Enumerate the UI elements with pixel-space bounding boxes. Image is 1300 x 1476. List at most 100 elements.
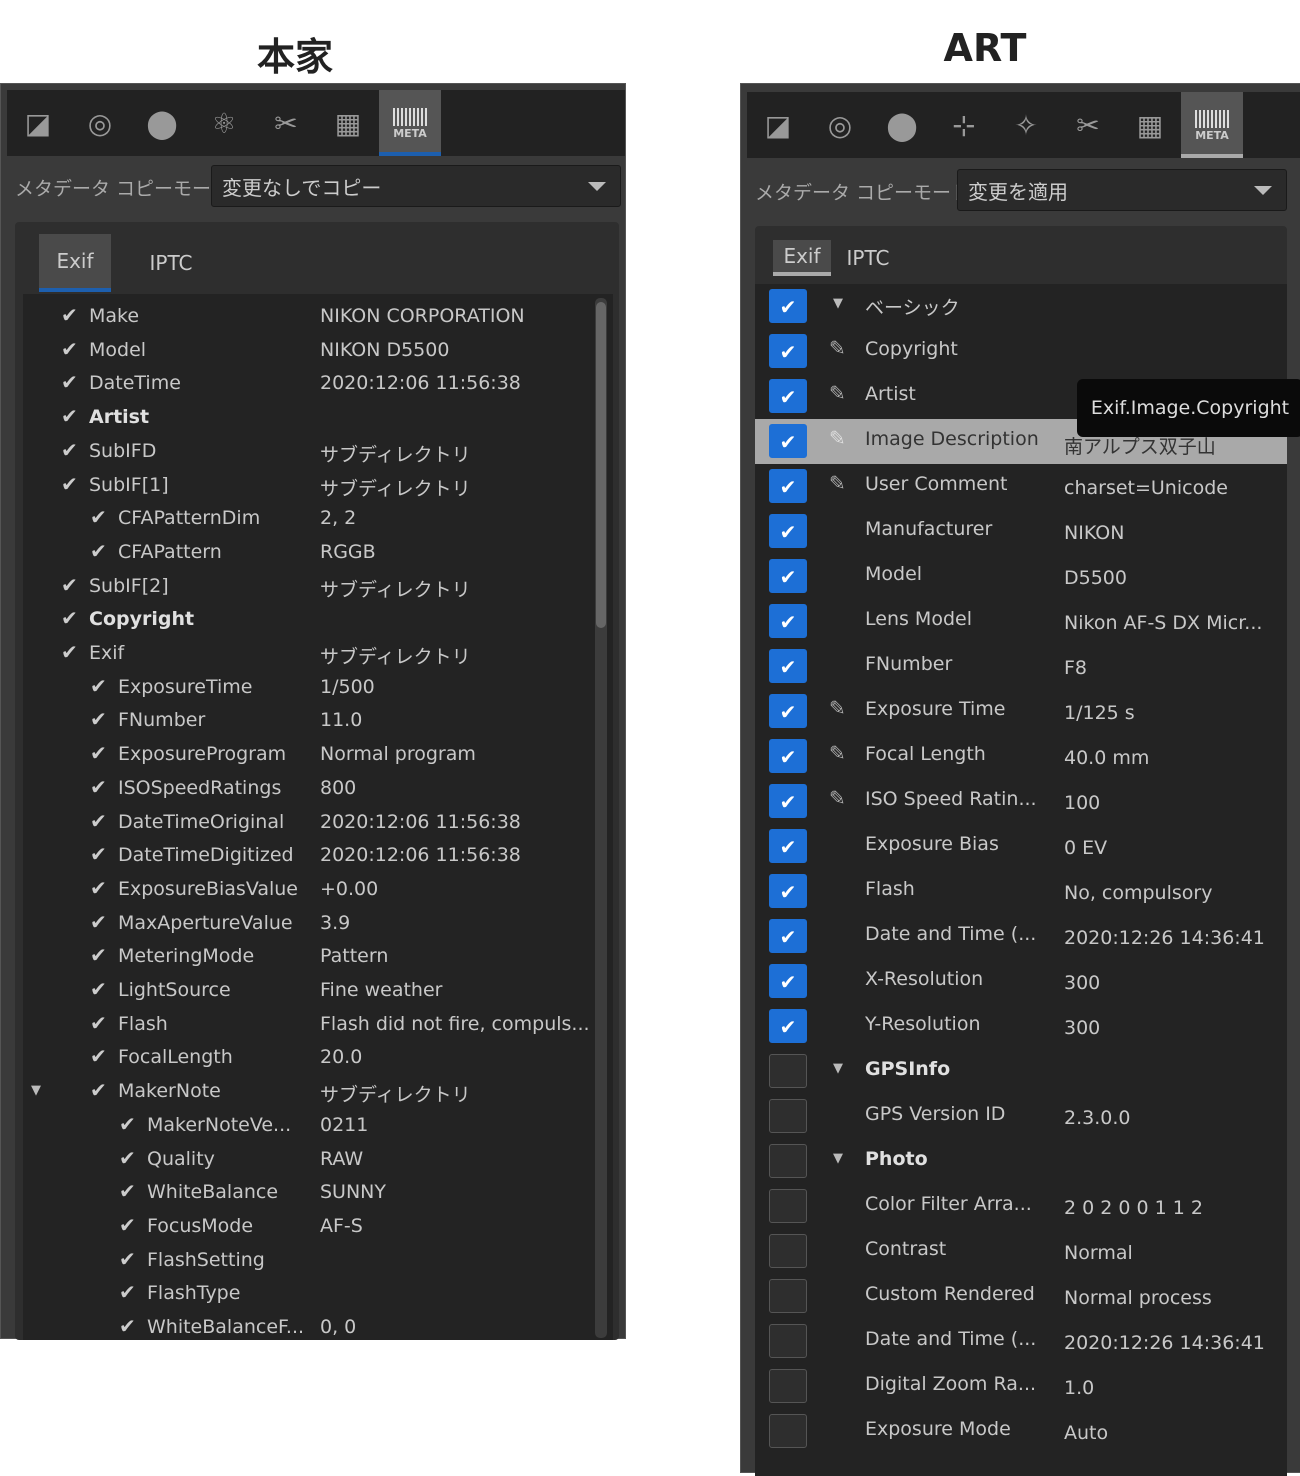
tree-row[interactable]: ✔ WhiteBalance SUNNY [23, 1176, 613, 1209]
tree-row[interactable]: ✔ Make NIKON CORPORATION [23, 300, 613, 333]
tree-row[interactable]: ✔ Model NIKON D5500 [23, 334, 613, 367]
list-row[interactable]: ✔ ✎ Exposure Time 1/125 s [755, 689, 1287, 734]
scrollbar-thumb[interactable] [596, 302, 606, 628]
expand-arrow-icon[interactable]: ▼ [833, 296, 843, 311]
checkbox[interactable]: ✔ [769, 514, 807, 548]
tree-row[interactable]: ✔ WhiteBalanceF... 0, 0 [23, 1311, 613, 1340]
tree-row[interactable]: ✔ ExposureTime 1/500 [23, 671, 613, 704]
checkbox[interactable]: ✔ [769, 559, 807, 593]
checkbox[interactable] [769, 1234, 807, 1268]
list-row[interactable]: Exposure Mode Auto [755, 1409, 1287, 1454]
checkbox[interactable]: ✔ [769, 334, 807, 368]
toolbar-button-transform-icon[interactable]: ✂ [1057, 92, 1119, 158]
tree-row[interactable]: ✔ DateTime 2020:12:06 11:56:38 [23, 367, 613, 400]
tree-row[interactable]: ✔ MeteringMode Pattern [23, 940, 613, 973]
checkbox[interactable]: ✔ [769, 604, 807, 638]
toolbar-button-raw-icon[interactable]: ▦ [1119, 92, 1181, 158]
list-row[interactable]: ✔ Model D5500 [755, 554, 1287, 599]
list-row[interactable]: ✔ Date and Time (... 2020:12:26 14:36:41 [755, 914, 1287, 959]
tree-row[interactable]: ✔ FocusMode AF-S [23, 1210, 613, 1243]
toolbar-button-detail-icon[interactable]: ◎ [69, 90, 131, 156]
checkbox[interactable]: ✔ [769, 379, 807, 413]
tree-row[interactable]: ✔ DateTimeDigitized 2020:12:06 11:56:38 [23, 839, 613, 872]
toolbar-button-advanced-icon[interactable]: ⚛ [193, 90, 255, 156]
checkbox[interactable]: ✔ [769, 289, 807, 323]
toolbar-button-transform-icon[interactable]: ✂ [255, 90, 317, 156]
checkbox[interactable]: ✔ [769, 1009, 807, 1043]
section-row[interactable]: ▼ Photo [755, 1139, 1287, 1184]
list-row[interactable]: ✔ X-Resolution 300 [755, 959, 1287, 1004]
tree-row[interactable]: ✔ FlashSetting [23, 1244, 613, 1277]
toolbar-button-exposure-icon[interactable]: ◪ [747, 92, 809, 158]
checkbox[interactable] [769, 1099, 807, 1133]
tab-iptc[interactable]: IPTC [839, 240, 897, 276]
tree-row[interactable]: ✔ Flash Flash did not fire, compuls... [23, 1008, 613, 1041]
tree-row[interactable]: ✔ Quality RAW [23, 1143, 613, 1176]
section-row[interactable]: ✔ ▼ ベーシック [755, 284, 1287, 329]
tree-row[interactable]: ✔ FNumber 11.0 [23, 704, 613, 737]
expand-arrow-icon[interactable]: ▼ [833, 1061, 843, 1076]
toolbar-button-exposure-icon[interactable]: ◪ [7, 90, 69, 156]
tree-row[interactable]: ✔ SubIFD サブディレクトリ [23, 435, 613, 468]
list-row[interactable]: Digital Zoom Ra... 1.0 [755, 1364, 1287, 1409]
tree-row[interactable]: ✔ ExposureBiasValue +0.00 [23, 873, 613, 906]
tree-row[interactable]: ✔ CFAPatternDim 2, 2 [23, 502, 613, 535]
checkbox[interactable] [769, 1279, 807, 1313]
tree-row[interactable]: ✔ FlashType [23, 1277, 613, 1310]
toolbar-button-meta[interactable]: META [1181, 92, 1243, 158]
toolbar-button-effects-icon[interactable]: ✧ [995, 92, 1057, 158]
list-row[interactable]: ✔ ✎ ISO Speed Ratin... 100 [755, 779, 1287, 824]
list-row[interactable]: ✔ Exposure Bias 0 EV [755, 824, 1287, 869]
checkbox[interactable]: ✔ [769, 739, 807, 773]
tree-row[interactable]: ✔ MaxApertureValue 3.9 [23, 907, 613, 940]
tree-row[interactable]: ▼✔Exifサブディレクトリ [23, 637, 613, 670]
list-row[interactable]: ✔ FNumber F8 [755, 644, 1287, 689]
checkbox[interactable] [769, 1144, 807, 1178]
tree-row[interactable]: ✔ ExposureProgram Normal program [23, 738, 613, 771]
tree-row[interactable]: ✔ Copyright [23, 603, 613, 636]
tree-row[interactable]: ▼ ✔ MakerNote サブディレクトリ [23, 1075, 613, 1108]
checkbox[interactable]: ✔ [769, 469, 807, 503]
list-row[interactable]: ✔ ✎ Focal Length 40.0 mm [755, 734, 1287, 779]
list-row[interactable]: ✔ Y-Resolution 300 [755, 1004, 1287, 1049]
tab-exif[interactable]: Exif [39, 234, 111, 292]
checkbox[interactable]: ✔ [769, 694, 807, 728]
list-row[interactable]: ✔ ✎ User Comment charset=Unicode [755, 464, 1287, 509]
tree-row[interactable]: ✔ Artist [23, 401, 613, 434]
checkbox[interactable]: ✔ [769, 919, 807, 953]
expand-arrow-icon[interactable]: ▼ [31, 1083, 41, 1098]
metadata-copy-mode-select[interactable]: 変更を適用 [957, 169, 1287, 211]
checkbox[interactable]: ✔ [769, 649, 807, 683]
list-row[interactable]: ✔ ✎ Copyright [755, 329, 1287, 374]
toolbar-button-detail-icon[interactable]: ◎ [809, 92, 871, 158]
checkbox[interactable] [769, 1414, 807, 1448]
expand-arrow-icon[interactable]: ▼ [833, 1151, 843, 1166]
metadata-copy-mode-select[interactable]: 変更なしでコピー [211, 165, 621, 207]
toolbar-button-meta[interactable]: META [379, 90, 441, 156]
tree-row[interactable]: ✔ LightSource Fine weather [23, 974, 613, 1007]
tree-row[interactable]: ✔ MakerNoteVe... 0211 [23, 1109, 613, 1142]
tree-row[interactable]: ✔ FocalLength 20.0 [23, 1041, 613, 1074]
checkbox[interactable] [769, 1054, 807, 1088]
checkbox[interactable]: ✔ [769, 784, 807, 818]
tab-iptc[interactable]: IPTC [135, 234, 207, 292]
checkbox[interactable]: ✔ [769, 964, 807, 998]
checkbox[interactable] [769, 1189, 807, 1223]
list-row[interactable]: Custom Rendered Normal process [755, 1274, 1287, 1319]
tab-exif[interactable]: Exif [773, 240, 831, 276]
tree-row[interactable]: ✔ SubIF[2] サブディレクトリ [23, 570, 613, 603]
tree-row[interactable]: ✔ CFAPattern RGGB [23, 536, 613, 569]
list-row[interactable]: Contrast Normal [755, 1229, 1287, 1274]
list-row[interactable]: Date and Time (... 2020:12:26 14:36:41 [755, 1319, 1287, 1364]
toolbar-button-local-adjust-icon[interactable]: ⊹ [933, 92, 995, 158]
list-row[interactable]: ✔ Flash No, compulsory [755, 869, 1287, 914]
tree-row[interactable]: ▼✔SubIF[1]サブディレクトリ [23, 469, 613, 502]
checkbox[interactable] [769, 1324, 807, 1358]
list-row[interactable]: ✔ Lens Model Nikon AF-S DX Micr... [755, 599, 1287, 644]
toolbar-button-color-icon[interactable]: ⬤ [131, 90, 193, 156]
tree-row[interactable]: ✔ DateTimeOriginal 2020:12:06 11:56:38 [23, 806, 613, 839]
section-row[interactable]: ▼ GPSInfo [755, 1049, 1287, 1094]
list-row[interactable]: Color Filter Arra... 2 0 2 0 0 1 1 2 [755, 1184, 1287, 1229]
checkbox[interactable] [769, 1369, 807, 1403]
toolbar-button-raw-icon[interactable]: ▦ [317, 90, 379, 156]
